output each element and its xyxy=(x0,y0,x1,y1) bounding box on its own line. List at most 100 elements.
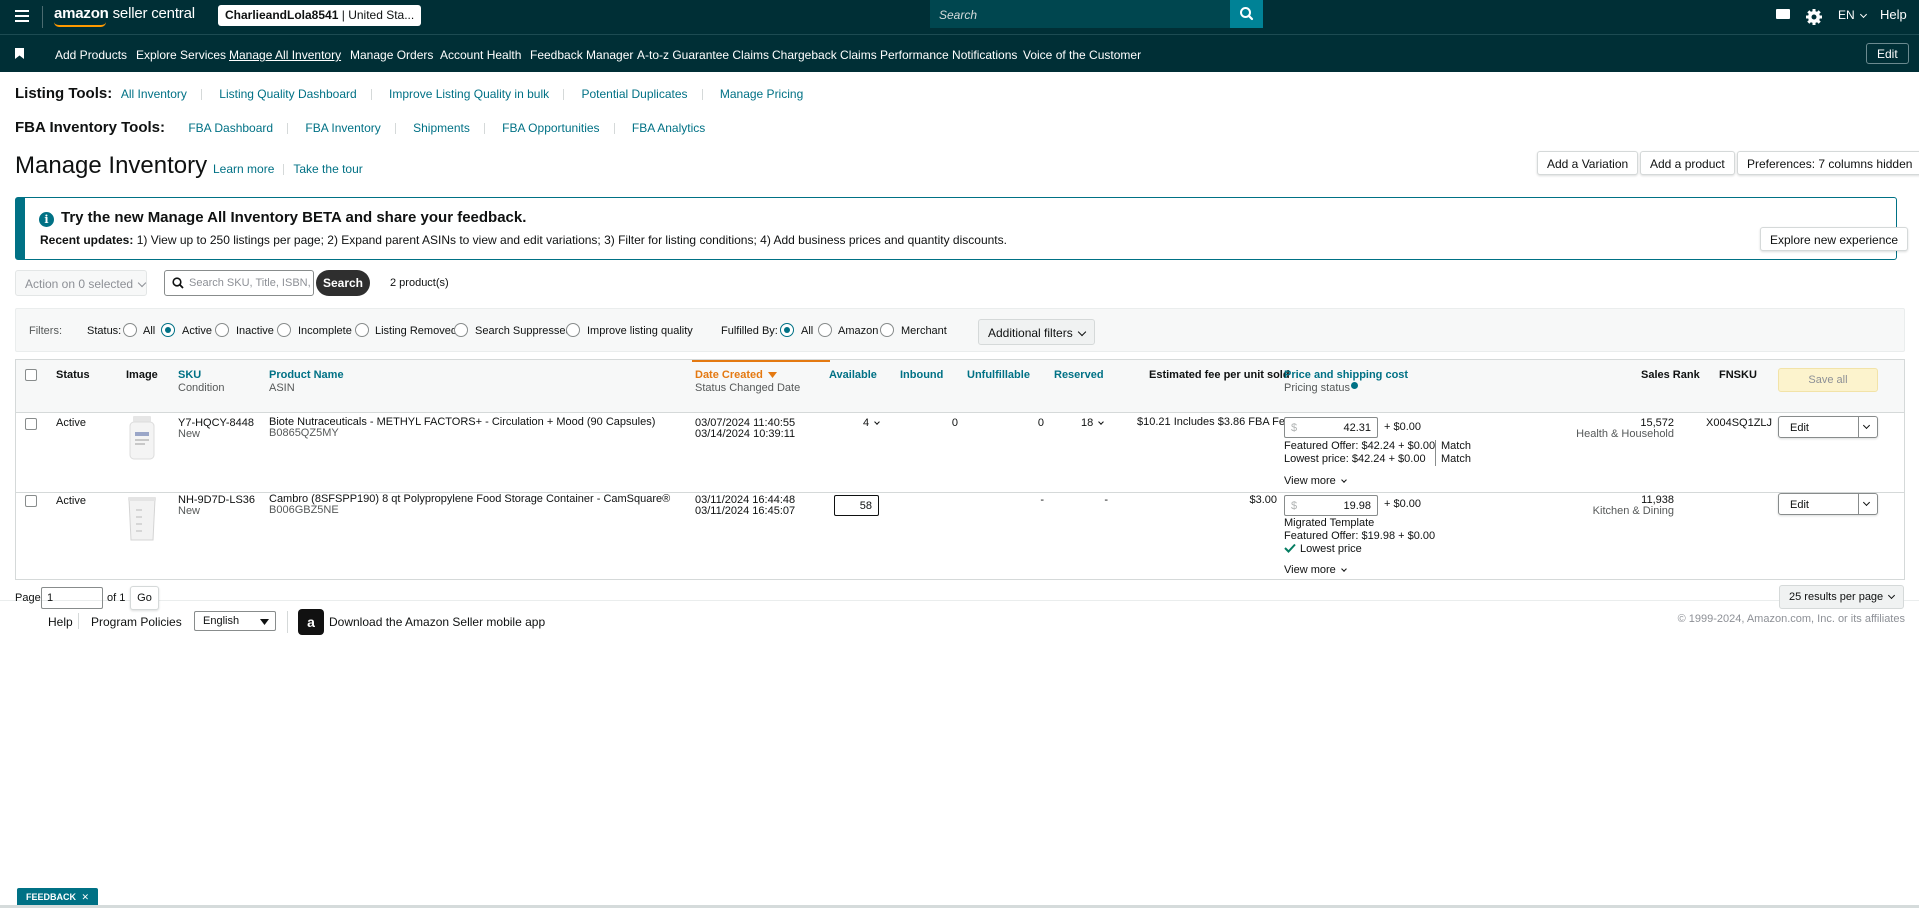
tool-improve-listing-quality[interactable]: Improve Listing Quality in bulk xyxy=(389,87,549,101)
go-button[interactable]: Go xyxy=(130,586,159,610)
row-reserved[interactable]: 18 xyxy=(1081,417,1105,430)
nav-add-products[interactable]: Add Products xyxy=(55,48,127,62)
edit-button[interactable]: Edit xyxy=(1778,416,1878,438)
footer-language-select[interactable]: English xyxy=(194,611,276,631)
col-price[interactable]: Price and shipping cost xyxy=(1284,369,1408,382)
status-active-label[interactable]: Active xyxy=(182,325,212,337)
row-available[interactable]: 4 xyxy=(863,417,880,430)
select-all-checkbox[interactable] xyxy=(25,369,37,381)
edit-button[interactable]: Edit xyxy=(1778,493,1878,515)
additional-filters-button[interactable]: Additional filters xyxy=(978,319,1095,345)
tool-manage-pricing[interactable]: Manage Pricing xyxy=(720,87,803,101)
fulfilled-amazon-label[interactable]: Amazon xyxy=(838,325,878,337)
status-listing-removed-label[interactable]: Listing Removed xyxy=(375,325,457,337)
price-input[interactable]: $42.31 xyxy=(1284,417,1378,438)
tool-fba-dashboard[interactable]: FBA Dashboard xyxy=(188,121,273,135)
tool-fba-analytics[interactable]: FBA Analytics xyxy=(632,121,705,135)
help-link[interactable]: Help xyxy=(1880,7,1907,22)
status-improve-quality-radio[interactable] xyxy=(566,323,580,337)
tool-fba-opportunities[interactable]: FBA Opportunities xyxy=(502,121,599,135)
row-checkbox[interactable] xyxy=(25,418,37,430)
tool-listing-quality-dashboard[interactable]: Listing Quality Dashboard xyxy=(219,87,356,101)
preferences-button[interactable]: Preferences: 7 columns hidden xyxy=(1737,151,1919,175)
gear-icon[interactable] xyxy=(1804,7,1824,27)
nav-explore-services[interactable]: Explore Services xyxy=(136,48,226,62)
col-reserved[interactable]: Reserved xyxy=(1054,369,1104,382)
chevron-down-icon[interactable] xyxy=(1858,494,1877,514)
row-checkbox[interactable] xyxy=(25,495,37,507)
tool-all-inventory[interactable]: All Inventory xyxy=(121,87,187,101)
status-all-radio[interactable] xyxy=(123,323,137,337)
match-lowest-link[interactable]: Match xyxy=(1441,453,1471,466)
status-improve-quality-label[interactable]: Improve listing quality xyxy=(587,325,693,337)
amazon-app-icon[interactable]: a xyxy=(298,609,324,635)
global-search-input[interactable]: Search xyxy=(930,0,1230,28)
nav-atoz-claims[interactable]: A-to-z Guarantee Claims xyxy=(637,48,769,62)
nav-edit-button[interactable]: Edit xyxy=(1866,43,1909,64)
bookmark-icon[interactable] xyxy=(15,48,24,59)
col-date-created[interactable]: Date Created xyxy=(695,369,777,382)
status-all-label[interactable]: All xyxy=(143,325,155,337)
page-number-input[interactable]: 1 xyxy=(41,587,103,609)
account-switcher[interactable]: CharlieandLola8541 | United Sta... xyxy=(218,5,422,26)
take-tour-link[interactable]: Take the tour xyxy=(293,162,362,176)
language-selector[interactable]: EN xyxy=(1838,8,1867,22)
match-featured-link[interactable]: Match xyxy=(1441,440,1471,453)
row-lowest-price[interactable]: Lowest price: $42.24 + $0.00 xyxy=(1284,453,1426,466)
product-thumbnail[interactable] xyxy=(122,494,162,544)
chevron-down-icon[interactable] xyxy=(1858,417,1877,437)
sku-search-input[interactable]: Search SKU, Title, ISBN, xyxy=(164,270,314,296)
explore-new-experience-button[interactable]: Explore new experience xyxy=(1760,227,1909,251)
row-estimated-fee[interactable]: $3.00 xyxy=(1137,494,1277,507)
fulfilled-all-label[interactable]: All xyxy=(801,325,813,337)
view-more-link[interactable]: View more xyxy=(1284,475,1347,488)
col-sku[interactable]: SKU xyxy=(178,369,201,382)
global-search-button[interactable] xyxy=(1230,0,1263,28)
status-incomplete-label[interactable]: Incomplete xyxy=(298,325,352,337)
row-lowest-price[interactable]: Lowest price xyxy=(1300,543,1362,556)
quantity-input[interactable]: 58 xyxy=(834,495,879,516)
footer-help-link[interactable]: Help xyxy=(48,615,73,629)
nav-performance-notifications[interactable]: Performance Notifications xyxy=(880,48,1017,62)
fulfilled-amazon-radio[interactable] xyxy=(818,323,832,337)
tool-potential-duplicates[interactable]: Potential Duplicates xyxy=(581,87,687,101)
tool-shipments[interactable]: Shipments xyxy=(413,121,470,135)
nav-feedback-manager[interactable]: Feedback Manager xyxy=(530,48,633,62)
tool-fba-inventory[interactable]: FBA Inventory xyxy=(305,121,380,135)
nav-voice-of-customer[interactable]: Voice of the Customer xyxy=(1023,48,1141,62)
col-status[interactable]: Status xyxy=(56,369,90,382)
col-inbound[interactable]: Inbound xyxy=(900,369,943,382)
bulk-action-dropdown[interactable]: Action on 0 selected xyxy=(15,270,147,296)
fulfilled-all-radio[interactable] xyxy=(780,323,794,337)
status-search-suppressed-radio[interactable] xyxy=(454,323,468,337)
nav-account-health[interactable]: Account Health xyxy=(440,48,521,62)
save-all-button[interactable]: Save all xyxy=(1778,368,1878,392)
row-estimated-fee[interactable]: $10.21 Includes $3.86 FBA Fee xyxy=(1137,416,1291,429)
fulfilled-merchant-label[interactable]: Merchant xyxy=(901,325,947,337)
product-thumbnail[interactable] xyxy=(122,413,162,463)
row-featured-offer[interactable]: Featured Offer: $42.24 + $0.00 xyxy=(1284,440,1435,453)
nav-chargeback-claims[interactable]: Chargeback Claims xyxy=(772,48,877,62)
row-featured-offer[interactable]: Featured Offer: $19.98 + $0.00 xyxy=(1284,530,1435,543)
download-app-link[interactable]: Download the Amazon Seller mobile app xyxy=(329,615,545,629)
menu-icon[interactable] xyxy=(12,7,32,27)
info-icon[interactable] xyxy=(1351,382,1359,389)
add-product-button[interactable]: Add a product xyxy=(1640,151,1735,175)
feedback-tab[interactable]: FEEDBACK ✕ xyxy=(17,888,99,906)
col-available[interactable]: Available xyxy=(829,369,877,382)
fulfilled-merchant-radio[interactable] xyxy=(880,323,894,337)
close-icon[interactable]: ✕ xyxy=(82,892,90,902)
status-search-suppressed-label[interactable]: Search Suppressed xyxy=(475,325,572,337)
add-variation-button[interactable]: Add a Variation xyxy=(1537,151,1639,175)
search-button[interactable]: Search xyxy=(316,270,370,296)
view-more-link[interactable]: View more xyxy=(1284,564,1347,577)
col-product-name[interactable]: Product Name xyxy=(269,369,344,382)
status-incomplete-radio[interactable] xyxy=(277,323,291,337)
row-template[interactable]: Migrated Template xyxy=(1284,517,1374,530)
nav-manage-all-inventory[interactable]: Manage All Inventory xyxy=(229,48,341,62)
status-inactive-radio[interactable] xyxy=(215,323,229,337)
col-sales-rank[interactable]: Sales Rank xyxy=(1641,369,1700,382)
nav-manage-orders[interactable]: Manage Orders xyxy=(350,48,433,62)
col-unfulfillable[interactable]: Unfulfillable xyxy=(967,369,1030,382)
status-active-radio[interactable] xyxy=(161,323,175,337)
